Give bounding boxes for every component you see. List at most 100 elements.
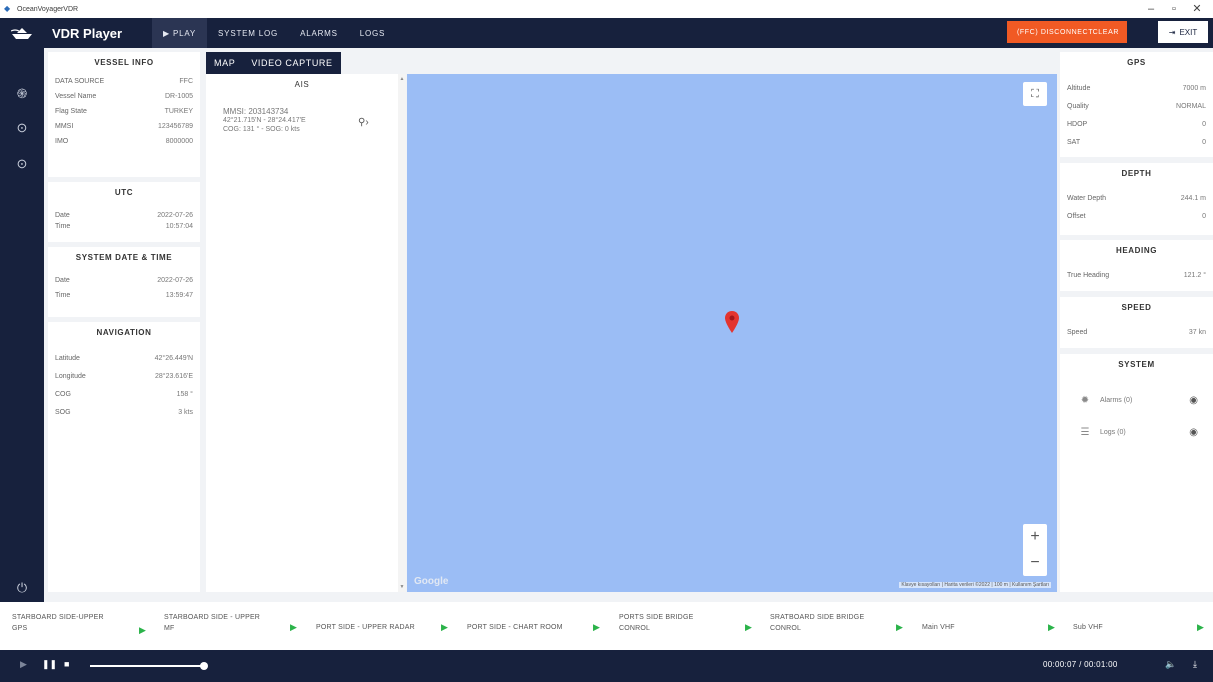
play-icon[interactable]: ▶ [745,622,752,633]
play-icon[interactable]: ▶ [1048,622,1055,633]
list-icon: ☰ [1080,426,1090,438]
disconnect-button[interactable]: (FFC) DISCONNECT CLEAR [1007,21,1127,43]
channel-label[interactable]: PORT SIDE - CHART ROOM [467,622,563,633]
info-value: 123456789 [157,123,193,130]
disc-icon[interactable]: ⊙ [12,118,32,138]
zoom-out-button[interactable]: − [1023,550,1047,576]
info-label: Water Depth [1067,195,1107,202]
info-row: Time 13:59:47 [48,288,200,303]
clear-button[interactable]: CLEAR [1083,29,1119,36]
app-logo-icon: ◆ [4,4,11,13]
speed-title: SPEED [1121,303,1152,312]
nav-logs[interactable]: LOGS [349,18,396,48]
channel-line1: Main VHF [922,624,955,631]
play-icon[interactable]: ▶ [1197,622,1204,633]
map-view[interactable]: ⛶ + − Google Klavye kısayolları | Harita… [407,74,1057,592]
info-label: Offset [1067,213,1086,220]
play-icon[interactable]: ▶ [593,622,600,633]
info-row: SAT 0 [1060,134,1213,152]
info-row: Offset 0 [1060,208,1213,226]
map-marker-icon[interactable] [725,311,739,333]
info-row: DATA SOURCE FFC [48,74,200,89]
play-icon[interactable]: ▶ [441,622,448,633]
info-value: 121.2 ° [1183,272,1206,279]
ais-scrollbar[interactable]: ▲ ▼ [398,74,406,592]
play-icon[interactable]: ▶ [139,625,146,636]
pause-icon[interactable]: ❚❚ [42,659,57,670]
minimize-button[interactable]: – [1140,1,1162,17]
depth-card: DEPTH Water Depth 244.1 m Offset 0 [1060,163,1213,235]
tab-video-capture[interactable]: VIDEO CAPTURE [243,52,340,74]
fullscreen-icon[interactable]: ⛶ [1023,82,1047,106]
channel-label[interactable]: SRATBOARD SIDE BRIDGE CONROL [770,612,864,634]
scroll-up-icon[interactable]: ▲ [398,76,406,82]
progress-handle[interactable] [200,662,208,670]
info-row: Time 10:57:04 [48,221,200,232]
map-attribution[interactable]: Klavye kısayolları | Harita verileri ©20… [899,582,1051,588]
info-value: DR-1005 [164,93,193,100]
vessel-info-card: VESSEL INFO DATA SOURCE FFC Vessel Name DR… [48,52,200,177]
gps-title: GPS [1127,58,1146,67]
stop-icon[interactable]: ■ [64,659,69,669]
channel-line1: PORT SIDE - UPPER RADAR [316,624,415,631]
channel-label[interactable]: STARBOARD SIDE - UPPER MF [164,612,260,634]
eye-icon[interactable]: ◉ [1189,395,1198,406]
locate-pin-icon[interactable]: ⚲› [358,117,369,128]
logout-icon[interactable]: ⏻ [12,578,32,598]
system-datetime-card: SYSTEM DATE & TIME Date 2022-07-26 Time 13… [48,247,200,317]
zoom-controls: + − [1023,524,1047,576]
ais-title: AIS [294,80,310,89]
info-label: Time [55,223,71,230]
tab-map[interactable]: MAP [206,52,243,74]
channel-label[interactable]: PORTS SIDE BRIDGE CONROL [619,612,693,634]
exit-button[interactable]: ⇥ EXIT [1158,21,1208,43]
info-value: 2022-07-26 [157,277,193,284]
nav-system-log[interactable]: SYSTEM LOG [207,18,289,48]
info-value: 244.1 m [1180,195,1206,202]
google-logo: Google [414,576,449,587]
nav-play[interactable]: ▶ PLAY [152,18,208,48]
maximize-button[interactable]: ▫ [1163,1,1185,17]
channel-label[interactable]: STARBOARD SIDE-UPPER GPS [12,612,104,634]
channel-label[interactable]: PORT SIDE - UPPER RADAR [316,622,415,633]
volume-icon[interactable]: 🔈 [1165,659,1176,670]
eye-icon[interactable]: ◉ [1189,427,1198,438]
play-icon[interactable]: ▶ [20,659,27,670]
ais-mmsi[interactable]: MMSI: 203143734 [223,107,288,116]
info-label: Altitude [1067,85,1091,92]
channel-line1: Sub VHF [1073,624,1103,631]
info-value: FFC [179,78,193,85]
top-navbar: VDR Player ▶ PLAY SYSTEM LOG ALARMS LOGS… [0,18,1213,48]
info-value: 42°26.449'N [154,355,193,362]
download-icon[interactable]: ⤓ [1193,659,1197,670]
info-value: 7000 m [1182,85,1206,92]
zoom-in-button[interactable]: + [1023,524,1047,550]
window-title: OceanVoyagerVDR [17,5,79,13]
info-label: True Heading [1067,272,1110,279]
disc-icon[interactable]: ⊙ [12,154,32,174]
channel-line2: CONROL [770,625,802,632]
info-row: Date 2022-07-26 [48,273,200,288]
ais-panel: AIS MMSI: 203143734 42°21.715'N - 28°24.… [206,74,398,592]
channel-label[interactable]: Sub VHF [1073,622,1103,633]
heading-card: HEADING True Heading 121.2 ° [1060,240,1213,291]
info-label: Flag State [55,108,87,115]
info-label: Speed [1067,329,1088,336]
channel-label[interactable]: Main VHF [922,622,955,633]
close-window-button[interactable]: ✕ [1186,1,1208,17]
fingerprint-icon[interactable]: ֍ [12,84,32,104]
play-icon[interactable]: ▶ [290,622,297,633]
nav-alarms[interactable]: ALARMS [289,18,349,48]
info-value: 37 kn [1188,329,1206,336]
progress-track[interactable] [90,665,204,667]
play-icon[interactable]: ▶ [896,622,903,633]
gps-card: GPS Altitude 7000 m Quality NORMAL HDOP 0 S… [1060,52,1213,157]
ship-logo-icon [0,18,44,48]
info-value: 28°23.616'E [154,373,193,380]
info-value: NORMAL [1176,103,1206,110]
depth-title: DEPTH [1121,169,1152,178]
system-alarms-row[interactable]: ✹ Alarms (0) ◉ [1060,390,1213,410]
scroll-down-icon[interactable]: ▼ [398,584,406,590]
ais-course: COG: 131 ° - SOG: 0 kts [223,126,300,133]
system-logs-row[interactable]: ☰ Logs (0) ◉ [1060,422,1213,442]
